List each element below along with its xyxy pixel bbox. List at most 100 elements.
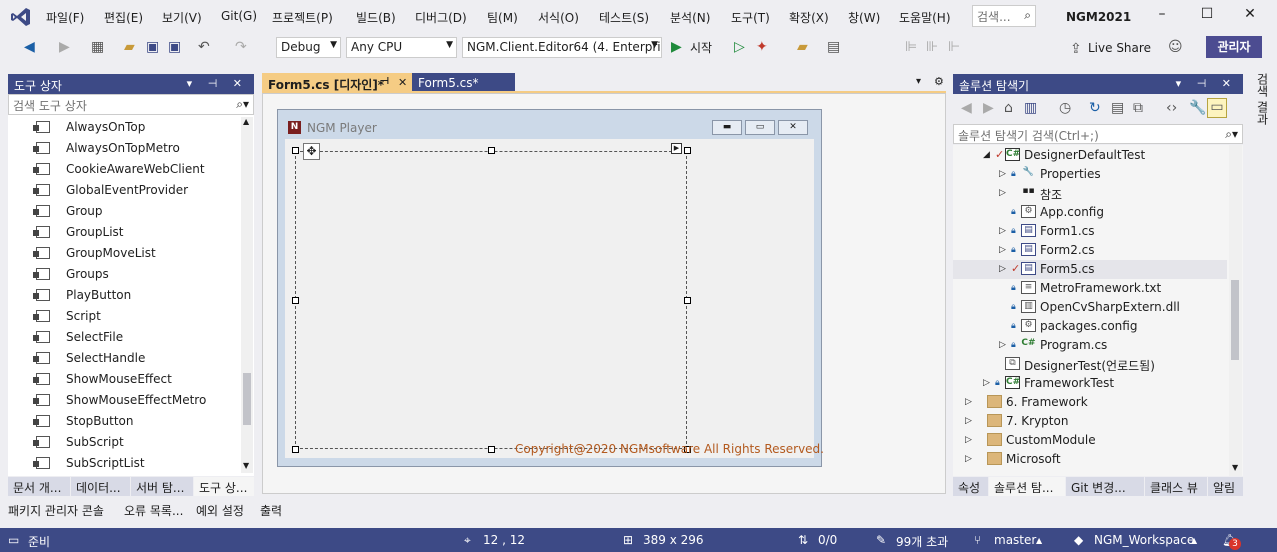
tab-package-manager-console[interactable]: 패키지 관리자 콘솔 (8, 500, 104, 522)
toolbox-item[interactable]: SubScriptList (8, 453, 240, 473)
menu-format[interactable]: 서식(O) (538, 9, 579, 26)
tree-item[interactable]: ▷ CustomModule (953, 431, 1227, 450)
start-without-debug-icon[interactable]: ▷ (734, 39, 745, 55)
view-code-icon[interactable]: ‹› (1166, 100, 1177, 116)
close-tab-icon[interactable]: ✕ (398, 76, 407, 89)
expand-arrow-icon[interactable]: ▷ (999, 264, 1006, 274)
menu-tools[interactable]: 도구(T) (731, 9, 770, 26)
tree-item[interactable]: 🔒︎ ⚙ packages.config (953, 317, 1227, 336)
expanded-arrow-icon[interactable]: ◢ (983, 150, 990, 160)
menu-project[interactable]: 프로젝트(P) (272, 9, 333, 26)
tab-error-list[interactable]: 오류 목록... (124, 500, 183, 522)
toolbox-item[interactable]: GlobalEventProvider (8, 180, 240, 201)
resize-handle[interactable] (292, 147, 299, 154)
tree-item[interactable]: ⧉ DesignerTest(언로드됨) (953, 355, 1227, 374)
minimize-icon[interactable]: – (1150, 6, 1174, 26)
expand-arrow-icon[interactable]: ▷ (999, 245, 1006, 255)
open-folder-icon[interactable]: ▰ (124, 39, 135, 55)
panel-controls-icon[interactable]: ▾ ⊣ ✕ (1176, 77, 1237, 90)
expand-arrow-icon[interactable]: ▷ (965, 435, 972, 445)
toolbox-item[interactable]: GroupList (8, 222, 240, 243)
status-changes[interactable]: 0/0 (818, 533, 837, 547)
feedback-icon[interactable]: ☺ (1168, 39, 1183, 55)
resize-handle[interactable] (292, 297, 299, 304)
expand-arrow-icon[interactable]: ▷ (965, 454, 972, 464)
toolbox-item[interactable]: CookieAwareWebClient (8, 159, 240, 180)
tab-git-changes[interactable]: Git 변경... (1066, 477, 1144, 496)
menu-build[interactable]: 빌드(B) (356, 9, 396, 26)
panel-controls-icon[interactable]: ▾ ⊣ ✕ (187, 77, 248, 90)
menu-extensions[interactable]: 확장(X) (789, 9, 829, 26)
tab-form5-designer[interactable]: Form5.cs [디자인]* ⊣ ✕ (262, 73, 412, 93)
expand-arrow-icon[interactable]: ▷ (999, 340, 1006, 350)
menu-help[interactable]: 도움말(H) (899, 9, 951, 26)
toolbox-item[interactable]: ShowMouseEffect (8, 369, 240, 390)
toolbox-item[interactable]: GroupMoveList (8, 243, 240, 264)
toolbox-item[interactable]: SelectFile (8, 327, 240, 348)
home-icon[interactable]: ⌂ (1004, 100, 1013, 116)
menu-git[interactable]: Git(G) (221, 9, 257, 23)
status-pending[interactable]: 99개 초과 (896, 533, 948, 550)
toolbox-scrollbar[interactable]: ▲ ▼ (241, 117, 253, 473)
expand-arrow-icon[interactable]: ▷ (983, 378, 990, 388)
toolbox-item[interactable]: AlwaysOnTopMetro (8, 138, 240, 159)
toolbox-item[interactable]: Script (8, 306, 240, 327)
tab-solution-explorer[interactable]: 솔루션 탐... (989, 477, 1065, 496)
tree-item[interactable]: 🔒︎ ≡ MetroFramework.txt (953, 279, 1227, 298)
tree-item[interactable]: 🔒︎ ⚙ App.config (953, 203, 1227, 222)
selected-control-outline[interactable] (295, 151, 687, 449)
back-icon[interactable]: ◀ (24, 39, 35, 55)
pending-changes-icon[interactable]: ◷ (1059, 100, 1071, 116)
maximize-icon[interactable]: ☐ (1195, 6, 1219, 26)
toolbox-search-input[interactable]: 검색 도구 상자 ⌕▾ (8, 94, 254, 115)
tree-item[interactable]: ▷ Microsoft (953, 450, 1227, 469)
align-left-icon[interactable]: ⊫ (905, 39, 917, 55)
tree-item[interactable]: ▷ 6. Framework (953, 393, 1227, 412)
tab-output[interactable]: 출력 (260, 500, 282, 522)
tab-data-sources[interactable]: 데이터... (71, 477, 130, 496)
startup-project-select[interactable]: NGM.Client.Editor64 (4. Enterprise ▼ (462, 37, 662, 58)
refresh-icon[interactable]: ↻ (1089, 100, 1101, 116)
tree-item[interactable]: ◢ ✓ C# DesignerDefaultTest (953, 146, 1227, 165)
scroll-down-icon[interactable]: ▼ (1232, 463, 1238, 472)
pencil-icon[interactable]: ✎ (876, 533, 886, 547)
redo-icon[interactable]: ↷ (235, 39, 247, 55)
resize-handle[interactable] (684, 147, 691, 154)
start-button-label[interactable]: 시작 (690, 40, 712, 56)
show-all-files-icon[interactable]: ⧉ (1133, 100, 1143, 116)
tab-dropdown-icon[interactable]: ▾ (916, 76, 921, 87)
menu-team[interactable]: 팀(M) (487, 9, 518, 26)
tab-class-view[interactable]: 클래스 뷰 (1145, 477, 1207, 496)
tab-server-explorer[interactable]: 서버 탐... (131, 477, 193, 496)
toolbox-item[interactable]: Group (8, 201, 240, 222)
back-icon[interactable]: ◀ (961, 100, 972, 116)
forward-icon[interactable]: ▶ (59, 39, 70, 55)
tab-form5-code[interactable]: Form5.cs* (412, 73, 515, 93)
tree-item[interactable]: ▷ ✓ ▤ Form5.cs (953, 260, 1227, 279)
scroll-up-icon[interactable]: ▲ (243, 117, 249, 126)
live-share-button[interactable]: Live Share (1088, 41, 1151, 55)
align-right-icon[interactable]: ⊩ (948, 39, 960, 55)
workspace-menu-icon[interactable]: ▲ (1191, 536, 1197, 545)
expand-arrow-icon[interactable]: ▷ (965, 397, 972, 407)
save-all-icon[interactable]: ▣ (168, 39, 181, 55)
layout-icon[interactable]: ▤ (827, 39, 840, 55)
forward-icon[interactable]: ▶ (983, 100, 994, 116)
save-icon[interactable]: ▣ (146, 39, 159, 55)
switch-views-icon[interactable]: ▥ (1024, 100, 1037, 116)
toolbox-scroll-thumb[interactable] (243, 373, 251, 425)
tree-item[interactable]: ▷ 🔒︎ C# FrameworkTest (953, 374, 1227, 393)
expand-arrow-icon[interactable]: ▷ (999, 226, 1006, 236)
resize-handle[interactable] (488, 147, 495, 154)
hot-reload-icon[interactable]: ✦ (756, 39, 768, 55)
tree-item[interactable]: ▷ ▪▪ 참조 (953, 184, 1227, 203)
branch-icon[interactable]: ⑂ (974, 533, 981, 547)
new-project-icon[interactable]: ▦ (91, 39, 104, 55)
menu-view[interactable]: 보기(V) (162, 9, 202, 26)
global-search-box[interactable]: 검색... ⌕ (972, 5, 1036, 27)
browse-folder-icon[interactable]: ▰ (797, 39, 808, 55)
sync-arrows-icon[interactable]: ⇅ (798, 533, 808, 547)
toolbox-item[interactable]: ShowMouseEffectMetro (8, 390, 240, 411)
toolbox-item[interactable]: Groups (8, 264, 240, 285)
toolbox-item[interactable]: SelectHandle (8, 348, 240, 369)
